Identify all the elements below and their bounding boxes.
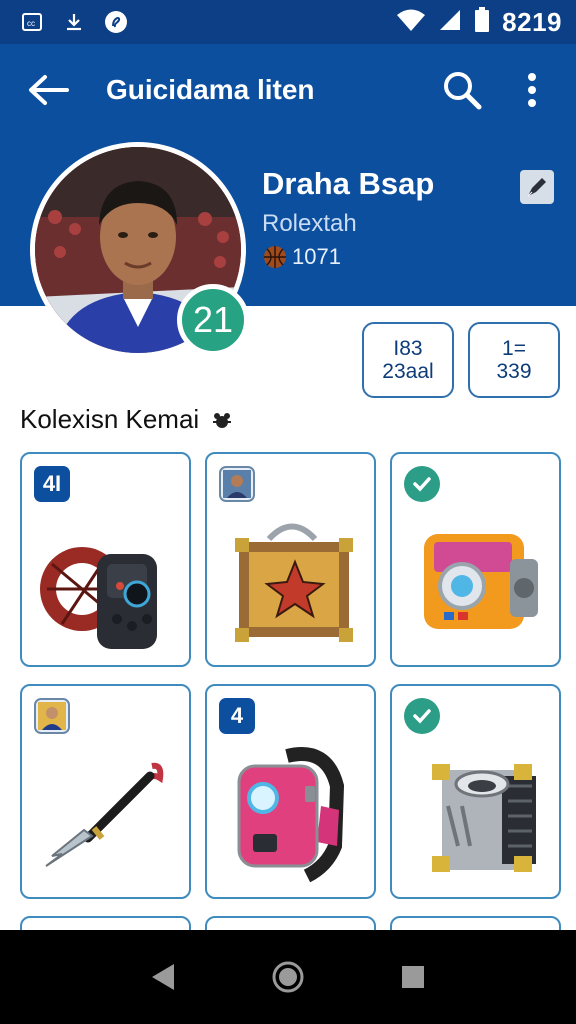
bracelet-controller-image xyxy=(40,547,157,649)
stat-1-line1: I83 xyxy=(393,336,423,360)
treasure-chest-image xyxy=(235,523,353,642)
collection-title-text: Kolexisn Kemai xyxy=(20,404,200,434)
stat-1-line2: 23aal xyxy=(382,360,434,383)
page-title: Guicidama liten xyxy=(106,74,315,105)
profile-subtitle: Rolextah xyxy=(262,210,357,237)
collection-item-spear[interactable] xyxy=(20,684,191,899)
wifi-icon xyxy=(396,8,426,37)
stat-box-1[interactable]: I83 23aal xyxy=(362,322,454,398)
nav-home-button[interactable] xyxy=(266,955,310,999)
signal-icon xyxy=(438,8,462,37)
collection-item-chest[interactable] xyxy=(205,452,376,667)
more-options-button[interactable] xyxy=(508,66,556,114)
spear-dagger-image xyxy=(45,762,164,867)
orange-camera-cube-image xyxy=(424,534,538,629)
status-time: 8219 xyxy=(502,6,562,37)
search-icon xyxy=(444,72,482,110)
profile-name: Draha Bsap xyxy=(262,166,435,201)
collection-item-gear-cube[interactable] xyxy=(390,684,561,899)
app-bar: Guicidama liten xyxy=(0,44,576,136)
basketball-icon xyxy=(264,246,286,268)
edit-profile-button[interactable] xyxy=(520,170,554,204)
pencil-icon xyxy=(527,178,546,197)
search-button[interactable] xyxy=(438,66,486,114)
points-value: 1071 xyxy=(292,244,341,269)
circle-home-icon xyxy=(272,961,304,993)
arrow-left-icon xyxy=(29,75,69,105)
sync-icon xyxy=(104,10,128,34)
pink-smartwatch-image xyxy=(237,747,345,883)
check-icon xyxy=(413,477,431,492)
system-nav-bar xyxy=(0,930,576,1024)
collection-item-smartwatch[interactable]: 4 xyxy=(205,684,376,899)
check-icon xyxy=(413,709,431,724)
nav-recents-button[interactable] xyxy=(391,955,435,999)
points-display: 1071 xyxy=(262,244,341,270)
svg-text:cc: cc xyxy=(27,19,35,28)
stat-2-line1: 1= xyxy=(502,336,526,360)
level-badge: 21 xyxy=(177,284,249,356)
cast-icon: cc xyxy=(20,10,44,34)
status-bar: cc 8219 xyxy=(0,0,576,44)
nav-back-button[interactable] xyxy=(141,955,185,999)
square-recents-icon xyxy=(402,966,425,988)
metal-gear-cube-image xyxy=(432,764,536,872)
download-icon xyxy=(62,10,86,34)
collection-item-camera-cube[interactable] xyxy=(390,452,561,667)
triangle-back-icon xyxy=(151,964,174,990)
stat-box-2[interactable]: 1= 339 xyxy=(468,322,560,398)
collection-title: Kolexisn Kemai xyxy=(20,404,233,435)
battery-icon xyxy=(474,6,490,38)
stat-2-line2: 339 xyxy=(496,360,532,383)
bug-icon xyxy=(213,412,232,428)
collection-item-bracelet[interactable]: 4I xyxy=(20,452,191,667)
back-button[interactable] xyxy=(20,62,76,118)
more-vert-icon xyxy=(528,73,536,107)
